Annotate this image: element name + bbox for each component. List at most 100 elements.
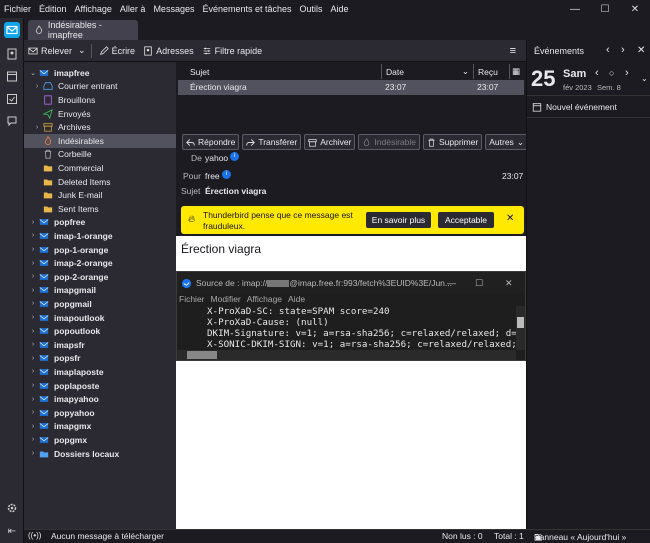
address-book-space-icon[interactable] [4,46,20,62]
app-menu-hamburger-icon[interactable]: ≡ [506,42,520,60]
from-value[interactable]: yahoo [205,153,228,163]
learn-more-button[interactable]: En savoir plus [366,212,431,228]
horizontal-scrollbar-thumb[interactable] [187,351,217,359]
close-window-icon[interactable]: ✕ [505,278,513,289]
folder-popgmail[interactable]: › popgmail [24,297,176,311]
folder-popyahoo[interactable]: › popyahoo [24,406,176,420]
chevron-right-icon[interactable]: › [28,409,38,416]
folder-courrier-entrant[interactable]: › Courrier entrant [24,80,176,94]
column-date[interactable]: Date ⌄ [382,64,474,79]
get-messages-button[interactable]: Relever [24,42,76,60]
close-pane-icon[interactable]: ✕ [637,45,645,56]
chevron-right-icon[interactable]: › [28,368,38,375]
chevron-right-icon[interactable]: › [28,341,38,348]
chevron-right-icon[interactable]: › [28,219,38,226]
quick-filter-button[interactable]: Filtre rapide [198,42,267,60]
folder-pop-1-orange[interactable]: › pop-1-orange [24,243,176,257]
previous-day-icon[interactable]: ‹ [595,67,599,79]
delete-button[interactable]: Supprimer [423,134,483,150]
source-code-view[interactable]: X-ProXaD-SC: state=SPAM score=240 X-ProX… [177,306,525,350]
chevron-down-icon[interactable]: ⌄ [641,74,648,83]
folder-popgmx[interactable]: › popgmx [24,433,176,447]
chevron-right-icon[interactable]: › [28,436,38,443]
menu-aide[interactable]: Aide [327,4,353,14]
address-book-button[interactable]: Adresses [139,42,198,60]
chevron-right-icon[interactable]: › [28,396,38,403]
contact-info-icon[interactable]: i [230,152,239,161]
junk-button[interactable]: Indésirable [358,134,421,150]
folder-commercial[interactable]: Commercial [24,161,176,175]
chevron-right-icon[interactable]: › [28,382,38,389]
folder-popoutlook[interactable]: › popoutlook [24,324,176,338]
chevron-right-icon[interactable]: › [28,273,38,280]
chevron-left-icon[interactable]: ‹ [606,44,610,56]
new-event-button[interactable]: Nouvel événement [532,102,617,112]
folder-imapgmx[interactable]: › imapgmx [24,420,176,434]
collapse-spaces-icon[interactable]: ⇤ [4,523,20,539]
source-menu-affichage[interactable]: Affichage [247,294,282,306]
column-received[interactable]: Reçu [474,64,510,79]
folder-ind-sirables[interactable]: Indésirables [24,134,176,148]
chevron-right-icon[interactable]: › [28,450,38,457]
horizontal-scrollbar[interactable] [177,350,516,360]
calendar-space-icon[interactable] [4,68,20,84]
source-menu-fichier[interactable]: Fichier [179,294,205,306]
folder-archives[interactable]: › Archives [24,120,176,134]
folder-brouillons[interactable]: Brouillons [24,93,176,107]
tab-indesirables[interactable]: Indésirables - imapfree [28,20,138,40]
folder-deleted-items[interactable]: Deleted Items [24,175,176,189]
other-actions-button[interactable]: Autres ⌄ [485,134,528,150]
vertical-scrollbar-thumb[interactable] [517,317,524,328]
menu-messages[interactable]: Messages [149,4,198,14]
close-notification-icon[interactable]: ✕ [506,213,514,224]
acceptable-button[interactable]: Acceptable [438,212,494,228]
vertical-scrollbar[interactable] [516,306,525,350]
today-circle-icon[interactable]: ○ [609,68,614,78]
forward-button[interactable]: Transférer [242,134,302,150]
chevron-right-icon[interactable]: › [28,355,38,362]
chevron-right-icon[interactable]: › [28,232,38,239]
chevron-right-icon[interactable]: › [28,287,38,294]
folder-poplaposte[interactable]: › poplaposte [24,379,176,393]
folder-imapsfr[interactable]: › imapsfr [24,338,176,352]
mail-space-icon[interactable] [4,22,20,38]
menu-aller-a[interactable]: Aller à [116,4,150,14]
minimize-icon[interactable]: — [447,278,456,288]
menu-outils[interactable]: Outils [296,4,327,14]
folder-imapoutlook[interactable]: › imapoutlook [24,311,176,325]
menu-fichier[interactable]: Fichier [0,4,35,14]
column-subject[interactable]: Sujet [178,64,382,79]
chevron-right-icon[interactable]: › [28,260,38,267]
maximize-icon[interactable]: ☐ [475,278,483,289]
thread-row[interactable]: Érection viagra 23:07 23:07 [178,80,524,95]
reply-button[interactable]: Répondre [182,134,240,150]
source-menu-modifier[interactable]: Modifier [211,294,241,306]
folder-imap-1-orange[interactable]: › imap-1-orange [24,229,176,243]
minimize-icon[interactable]: — [560,0,590,18]
chevron-right-icon[interactable]: › [28,300,38,307]
chevron-down-icon[interactable]: ⌄ [28,69,38,77]
folder-envoy-s[interactable]: Envoyés [24,107,176,121]
source-menu-aide[interactable]: Aide [288,294,305,306]
folder-imaplaposte[interactable]: › imaplaposte [24,365,176,379]
chevron-right-icon[interactable]: › [28,423,38,430]
maximize-icon[interactable]: ☐ [590,0,620,18]
folder-dossiers-locaux[interactable]: › Dossiers locaux [24,447,176,461]
close-window-icon[interactable]: ✕ [620,0,650,18]
menu-evenements[interactable]: Événements et tâches [198,4,295,14]
write-button[interactable]: Écrire [95,42,140,60]
chevron-right-icon[interactable]: › [32,83,42,90]
contact-info-icon[interactable]: i [222,170,231,179]
folder-imapgmail[interactable]: › imapgmail [24,284,176,298]
folder-imapyahoo[interactable]: › imapyahoo [24,392,176,406]
folder-imapfree[interactable]: ⌄ imapfree [24,66,176,80]
chevron-right-icon[interactable]: › [28,328,38,335]
column-picker-icon[interactable]: ▦ [510,64,524,79]
chevron-right-icon[interactable]: › [32,124,42,131]
settings-gear-icon[interactable] [4,500,20,516]
chevron-right-icon[interactable]: › [28,314,38,321]
archive-button[interactable]: Archiver [304,134,356,150]
chevron-right-icon[interactable]: › [28,246,38,253]
folder-pop-2-orange[interactable]: › pop-2-orange [24,270,176,284]
folder-corbeille[interactable]: Corbeille [24,148,176,162]
